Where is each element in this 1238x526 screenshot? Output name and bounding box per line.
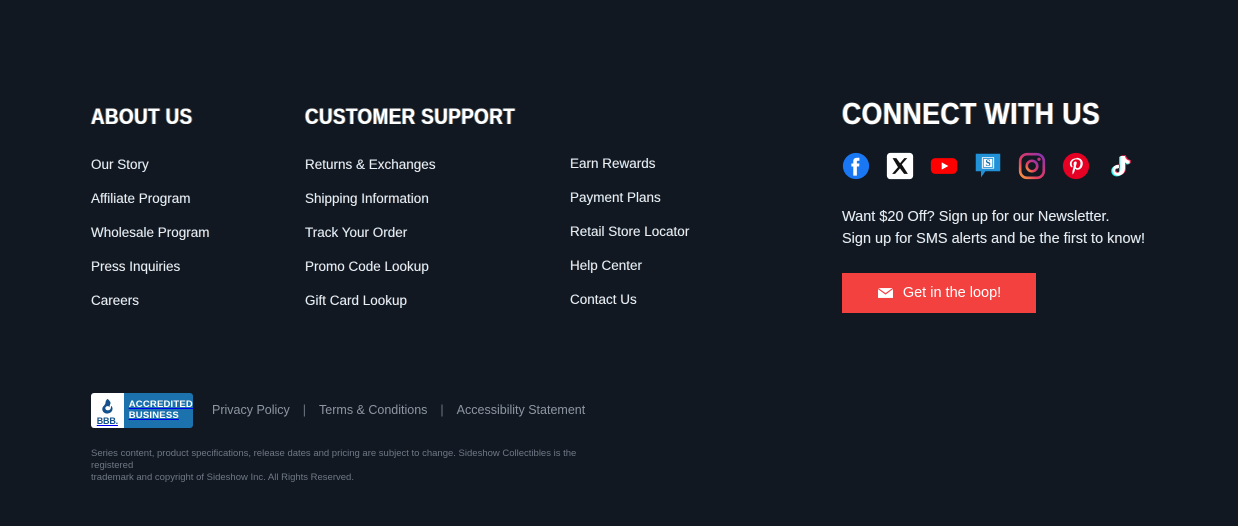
link-contact-us[interactable]: Contact Us (570, 292, 637, 308)
list-item: Press Inquiries (91, 258, 210, 276)
newsletter-copy: Want $20 Off? Sign up for our Newsletter… (842, 206, 1202, 250)
link-privacy-policy[interactable]: Privacy Policy (212, 403, 290, 418)
link-promo-code-lookup[interactable]: Promo Code Lookup (305, 259, 429, 275)
about-us-link-list: Our Story Affiliate Program Wholesale Pr… (91, 156, 210, 310)
list-item: Returns & Exchanges (305, 156, 436, 174)
bbb-business-label: BUSINESS (128, 409, 179, 421)
pinterest-icon[interactable] (1062, 152, 1090, 180)
bbb-torch-icon (100, 398, 115, 416)
list-item: Help Center (570, 257, 689, 275)
link-shipping-information[interactable]: Shipping Information (305, 191, 429, 207)
tiktok-icon[interactable] (1106, 152, 1134, 180)
link-payment-plans[interactable]: Payment Plans (570, 190, 661, 206)
facebook-icon[interactable] (842, 152, 870, 180)
newsletter-line-2: Sign up for SMS alerts and be the first … (842, 231, 1146, 247)
svg-text:S: S (985, 158, 990, 169)
legal-separator: | (440, 403, 444, 417)
connect-with-us-heading: CONNECT WITH US (842, 96, 1101, 131)
link-careers[interactable]: Careers (91, 293, 139, 309)
link-press-inquiries[interactable]: Press Inquiries (91, 259, 180, 275)
sideshow-forums-icon[interactable]: S (974, 152, 1002, 180)
list-item: Careers (91, 292, 210, 310)
list-item: Wholesale Program (91, 224, 210, 242)
list-item: Promo Code Lookup (305, 258, 436, 276)
list-item: Affiliate Program (91, 190, 210, 208)
bbb-accredited-label: ACCREDITED (128, 399, 193, 410)
list-item: Track Your Order (305, 224, 436, 242)
instagram-icon[interactable] (1018, 152, 1046, 180)
link-track-your-order[interactable]: Track Your Order (305, 225, 407, 241)
social-links-row: S (842, 152, 1134, 180)
list-item: Shipping Information (305, 190, 436, 208)
legal-links: Privacy Policy | Terms & Conditions | Ac… (212, 403, 585, 418)
customer-support-link-list-secondary: Earn Rewards Payment Plans Retail Store … (570, 155, 689, 309)
list-item: Payment Plans (570, 189, 689, 207)
list-item: Gift Card Lookup (305, 292, 436, 310)
cta-label: Get in the loop! (902, 285, 1002, 301)
customer-support-heading: CUSTOMER SUPPORT (305, 104, 516, 129)
bbb-abbreviation: BBB. (96, 415, 118, 426)
link-retail-store-locator[interactable]: Retail Store Locator (570, 224, 689, 240)
envelope-icon (876, 287, 894, 299)
link-earn-rewards[interactable]: Earn Rewards (570, 156, 656, 172)
link-returns-exchanges[interactable]: Returns & Exchanges (305, 157, 436, 173)
link-wholesale-program[interactable]: Wholesale Program (91, 225, 210, 241)
legal-separator: | (302, 403, 307, 417)
list-item: Contact Us (570, 291, 689, 309)
link-gift-card-lookup[interactable]: Gift Card Lookup (305, 293, 407, 309)
youtube-icon[interactable] (930, 152, 958, 180)
x-twitter-icon[interactable] (886, 152, 914, 180)
link-accessibility-statement[interactable]: Accessibility Statement (457, 403, 586, 418)
legal-fineprint: Series content, product specifications, … (91, 448, 611, 484)
link-help-center[interactable]: Help Center (570, 258, 642, 274)
bbb-accredited-business-badge[interactable]: BBB. ACCREDITED BUSINESS (91, 393, 193, 428)
list-item: Earn Rewards (570, 155, 689, 173)
list-item: Our Story (91, 156, 210, 174)
newsletter-line-1: Want $20 Off? Sign up for our Newsletter… (842, 209, 1110, 225)
get-in-the-loop-button[interactable]: Get in the loop! (842, 273, 1036, 313)
link-affiliate-program[interactable]: Affiliate Program (91, 191, 191, 207)
bbb-badge-right: ACCREDITED BUSINESS (123, 393, 193, 428)
list-item: Retail Store Locator (570, 223, 689, 241)
fineprint-line-1: Series content, product specifications, … (91, 448, 577, 471)
link-terms-conditions[interactable]: Terms & Conditions (319, 403, 427, 418)
customer-support-link-list-primary: Returns & Exchanges Shipping Information… (305, 156, 436, 310)
fineprint-line-2: trademark and copyright of Sideshow Inc.… (91, 472, 354, 483)
site-footer: ABOUT US Our Story Affiliate Program Who… (0, 0, 1238, 526)
bbb-badge-left: BBB. (91, 393, 124, 428)
about-us-heading: ABOUT US (91, 104, 193, 129)
link-our-story[interactable]: Our Story (91, 157, 149, 173)
